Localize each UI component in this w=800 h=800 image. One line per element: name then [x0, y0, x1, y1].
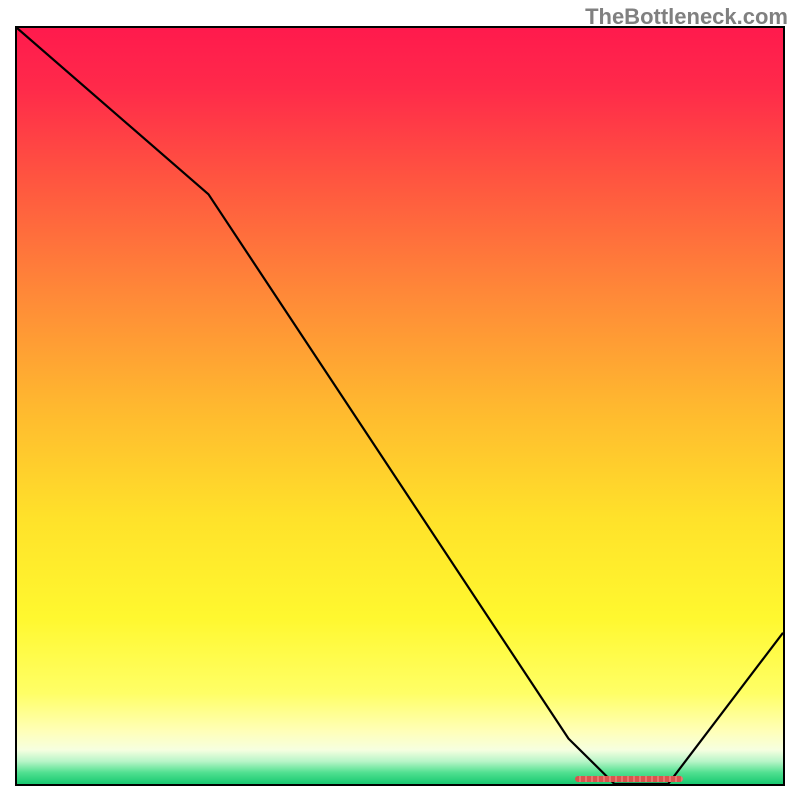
- optimal-range-marker: [575, 776, 682, 782]
- curve-layer: [17, 28, 783, 784]
- watermark-text: TheBottleneck.com: [585, 4, 788, 30]
- chart-container: TheBottleneck.com: [0, 0, 800, 800]
- plot-area: [15, 26, 785, 786]
- bottleneck-curve-line: [17, 28, 783, 784]
